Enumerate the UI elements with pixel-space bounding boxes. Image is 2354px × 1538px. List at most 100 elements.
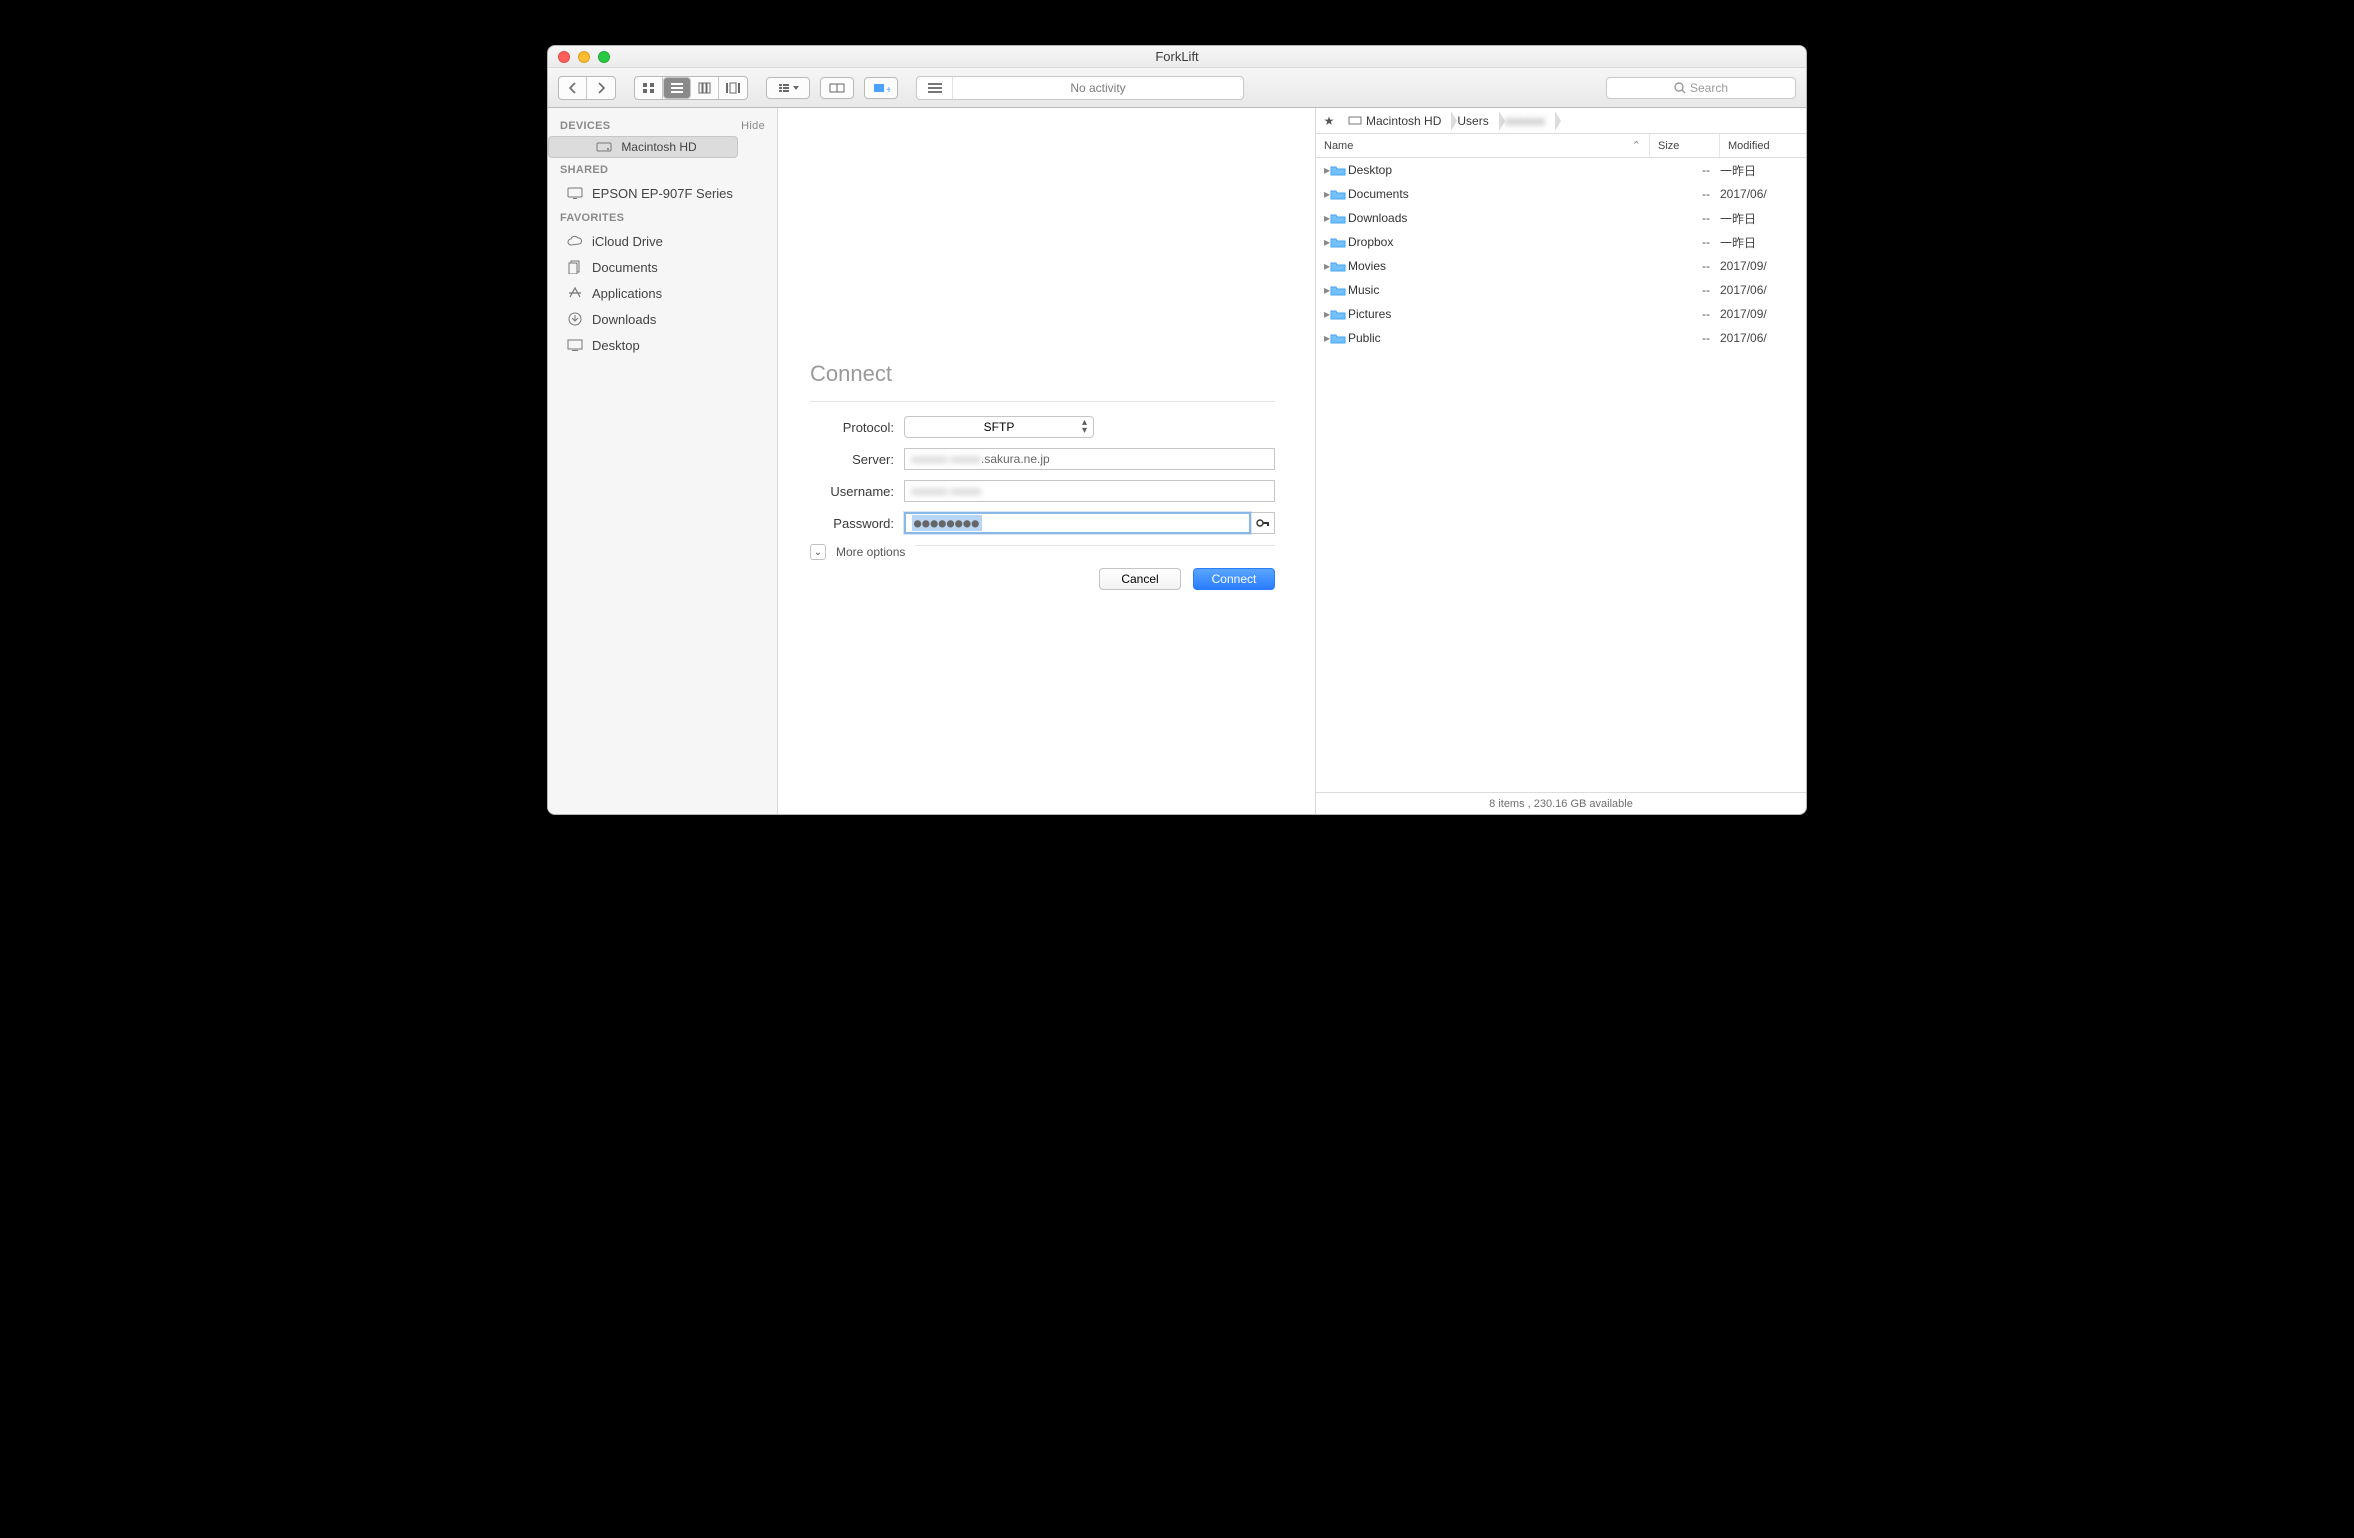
disclosure-triangle-icon[interactable]: ▸	[1316, 331, 1330, 345]
activity-bar: No activity	[916, 76, 1244, 100]
file-row[interactable]: ▸Pictures--2017/09/	[1316, 302, 1806, 326]
new-connection-button[interactable]: +	[864, 77, 898, 99]
sidebar: DEVICES Hide Macintosh HD SHARED EPSON E…	[548, 108, 778, 814]
disclosure-triangle-icon[interactable]: ▸	[1316, 187, 1330, 201]
svg-text:+: +	[886, 85, 890, 94]
breadcrumb-macintosh-hd[interactable]: Macintosh HD	[1342, 108, 1451, 133]
file-modified: 一昨日	[1720, 162, 1806, 179]
favorite-star-button[interactable]: ★	[1316, 114, 1342, 128]
password-label: Password:	[810, 516, 904, 531]
file-size: --	[1650, 331, 1720, 345]
server-input[interactable]: xxxxxx-xxxxx.sakura.ne.jp	[904, 448, 1275, 470]
file-modified: 一昨日	[1720, 234, 1806, 251]
key-icon	[1256, 518, 1270, 528]
apps-icon	[566, 285, 584, 301]
username-input[interactable]: xxxxxx-xxxxx	[904, 480, 1275, 502]
file-row[interactable]: ▸Music--2017/06/	[1316, 278, 1806, 302]
connect-title: Connect	[810, 361, 1275, 387]
file-modified: 2017/09/	[1720, 307, 1806, 321]
disclosure-triangle-icon[interactable]: ▸	[1316, 283, 1330, 297]
file-size: --	[1650, 211, 1720, 225]
icon-view-button[interactable]	[635, 77, 663, 99]
sidebar-section-favorites: FAVORITES	[548, 206, 777, 228]
file-name: Music	[1348, 283, 1650, 297]
search-icon	[1674, 82, 1686, 94]
file-list: ▸Desktop--一昨日▸Documents--2017/06/▸Downlo…	[1316, 158, 1806, 792]
disclosure-triangle-icon[interactable]: ▸	[1316, 211, 1330, 225]
list-view-button[interactable]	[663, 77, 691, 99]
hdd-icon	[1348, 115, 1362, 127]
file-name: Dropbox	[1348, 235, 1650, 249]
file-size: --	[1650, 187, 1720, 201]
disclosure-triangle-icon[interactable]: ▸	[1316, 307, 1330, 321]
path-bar: ★ Macintosh HD Users xxxxxx	[1316, 108, 1806, 134]
hdd-icon	[595, 139, 613, 155]
file-size: --	[1650, 235, 1720, 249]
file-row[interactable]: ▸ Desktop--一昨日	[1316, 158, 1806, 182]
left-pane: Connect Protocol: SFTP ▴▾ Server: xxxxxx…	[778, 108, 1316, 814]
right-pane: ★ Macintosh HD Users xxxxxx Name⌃ Size M…	[1316, 108, 1806, 814]
sidebar-section-shared: SHARED	[548, 158, 777, 180]
disclosure-triangle-icon[interactable]: ▸	[1316, 163, 1330, 177]
breadcrumb-users[interactable]: Users	[1451, 108, 1498, 133]
folder-icon	[1330, 164, 1348, 176]
keychain-button[interactable]	[1251, 512, 1275, 534]
file-size: --	[1650, 283, 1720, 297]
folder-icon	[1330, 236, 1348, 248]
forward-button[interactable]	[587, 77, 615, 99]
app-window: ForkLift	[547, 45, 1807, 815]
folder-icon	[1330, 212, 1348, 224]
disclosure-triangle-icon[interactable]: ▸	[1316, 235, 1330, 249]
file-name: Public	[1348, 331, 1650, 345]
file-row[interactable]: ▸ Downloads--一昨日	[1316, 206, 1806, 230]
file-row[interactable]: ▸Movies--2017/09/	[1316, 254, 1806, 278]
action-menu-button[interactable]	[766, 77, 810, 99]
col-name[interactable]: Name⌃	[1316, 134, 1650, 157]
sidebar-item-epson[interactable]: EPSON EP-907F Series	[548, 180, 777, 206]
back-button[interactable]	[559, 77, 587, 99]
file-row[interactable]: ▸ Public--2017/06/	[1316, 326, 1806, 350]
folder-icon	[1330, 332, 1348, 344]
cancel-button[interactable]: Cancel	[1099, 568, 1181, 590]
more-options-toggle[interactable]: ⌄ More options	[810, 544, 1275, 560]
file-name: Desktop	[1348, 163, 1650, 177]
cloud-icon	[566, 233, 584, 249]
breadcrumb-current[interactable]: xxxxxx	[1499, 108, 1555, 133]
download-icon	[566, 311, 584, 327]
titlebar[interactable]: ForkLift	[548, 46, 1806, 68]
sidebar-item-macintosh-hd[interactable]: Macintosh HD	[548, 136, 738, 158]
split-view-button[interactable]	[820, 77, 854, 99]
monitor-icon	[566, 185, 584, 201]
sidebar-item-icloud[interactable]: iCloud Drive	[548, 228, 777, 254]
file-row[interactable]: ▸ Documents--2017/06/	[1316, 182, 1806, 206]
coverflow-view-button[interactable]	[719, 77, 747, 99]
file-name: Downloads	[1348, 211, 1650, 225]
file-modified: 一昨日	[1720, 210, 1806, 227]
column-view-button[interactable]	[691, 77, 719, 99]
sidebar-item-applications[interactable]: Applications	[548, 280, 777, 306]
chevron-down-icon: ⌄	[810, 544, 826, 560]
file-size: --	[1650, 163, 1720, 177]
col-size[interactable]: Size	[1650, 134, 1720, 157]
disclosure-triangle-icon[interactable]: ▸	[1316, 259, 1330, 273]
window-title: ForkLift	[548, 49, 1806, 64]
file-row[interactable]: ▸ Dropbox--一昨日	[1316, 230, 1806, 254]
password-input[interactable]: ●●●●●●●●	[904, 512, 1251, 534]
file-name: Pictures	[1348, 307, 1650, 321]
file-name: Documents	[1348, 187, 1650, 201]
folder-icon	[1330, 260, 1348, 272]
file-modified: 2017/06/	[1720, 187, 1806, 201]
file-modified: 2017/06/	[1720, 331, 1806, 345]
sidebar-item-documents[interactable]: Documents	[548, 254, 777, 280]
protocol-select[interactable]: SFTP ▴▾	[904, 416, 1094, 438]
connect-button[interactable]: Connect	[1193, 568, 1275, 590]
sidebar-item-downloads[interactable]: Downloads	[548, 306, 777, 332]
activity-menu-icon[interactable]	[917, 77, 953, 99]
col-modified[interactable]: Modified	[1720, 134, 1806, 157]
documents-icon	[566, 259, 584, 275]
sidebar-hide-button[interactable]: Hide	[741, 120, 765, 132]
sidebar-item-desktop[interactable]: Desktop	[548, 332, 777, 358]
file-modified: 2017/09/	[1720, 259, 1806, 273]
sidebar-section-devices: DEVICES Hide	[548, 114, 777, 136]
search-input[interactable]: Search	[1606, 77, 1796, 99]
